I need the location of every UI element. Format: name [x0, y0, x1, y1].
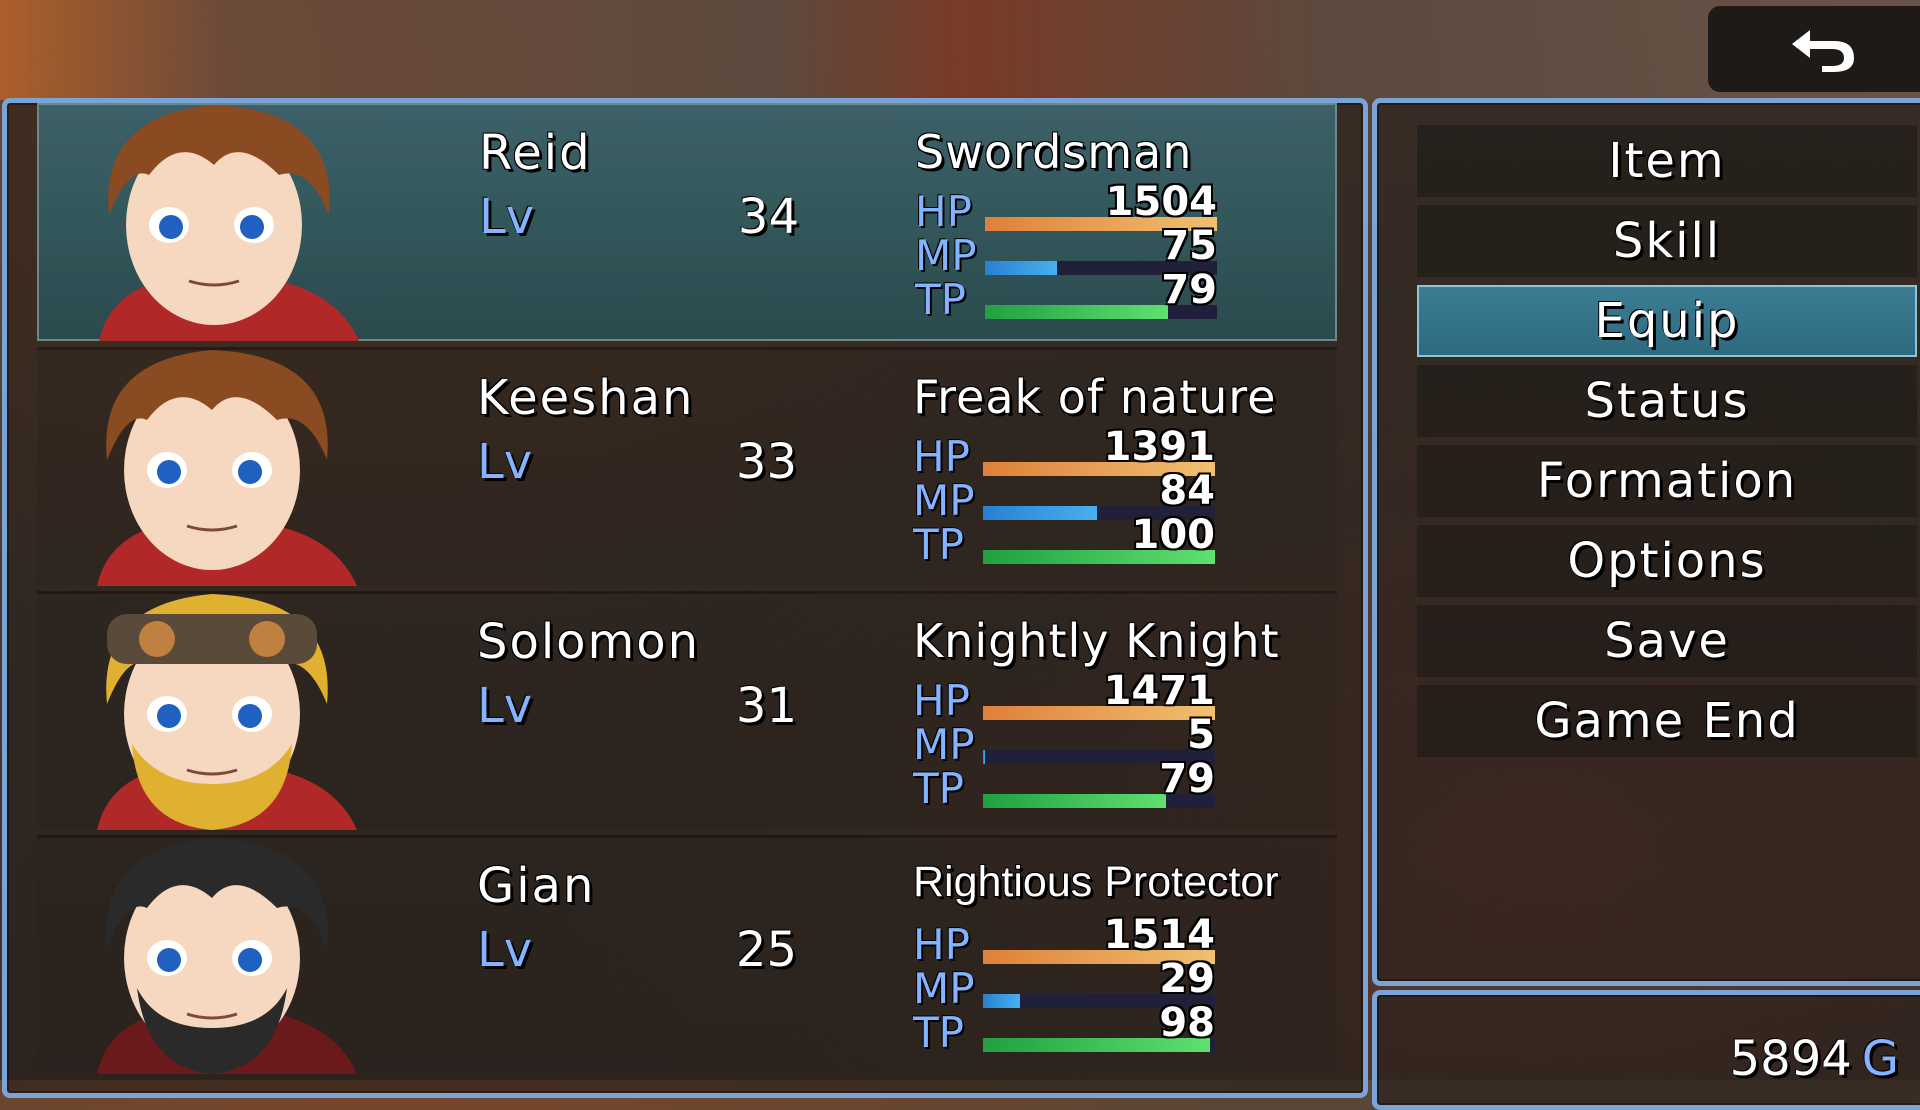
mp-gauge-fill — [983, 506, 1097, 520]
actor-class: Knightly Knight — [913, 614, 1280, 668]
tp-gauge-fill — [983, 794, 1167, 808]
tp-value: 100 — [1131, 512, 1216, 558]
command-formation[interactable]: Formation — [1417, 445, 1917, 517]
level-value: 31 — [735, 678, 797, 734]
party-member-keeshan[interactable]: Keeshan Lv 33 Freak of nature HP 1391 MP… — [37, 347, 1337, 586]
command-status[interactable]: Status — [1417, 365, 1917, 437]
mp-gauge-fill — [985, 261, 1057, 275]
actor-class: Rightious Protector — [913, 858, 1279, 906]
tp-label: TP — [915, 275, 966, 324]
mp-label: MP — [913, 476, 975, 525]
party-status-window: Reid Lv 34 Swordsman HP 1504 MP 75 TP 79 — [2, 98, 1368, 1098]
tp-label: TP — [913, 520, 964, 569]
command-game-end[interactable]: Game End — [1417, 685, 1917, 757]
tp-gauge: TP 98 — [913, 1000, 1251, 1057]
mp-value: 75 — [1161, 223, 1217, 269]
hp-label: HP — [913, 676, 970, 725]
command-equip[interactable]: Equip — [1417, 285, 1917, 357]
actor-class: Swordsman — [915, 125, 1193, 179]
actor-class: Freak of nature — [913, 370, 1277, 424]
actor-name: Solomon — [477, 614, 701, 670]
command-skill[interactable]: Skill — [1417, 205, 1917, 277]
tp-label: TP — [913, 1008, 964, 1057]
hp-label: HP — [913, 920, 970, 969]
level-value: 25 — [735, 922, 797, 978]
level-label: Lv — [477, 434, 533, 490]
back-arrow-icon — [1792, 30, 1854, 72]
face-portrait — [37, 838, 393, 1074]
gold-amount: 5894 — [1729, 1031, 1852, 1087]
hp-value: 1391 — [1103, 424, 1215, 470]
mp-value: 29 — [1159, 956, 1215, 1002]
tp-gauge: TP 79 — [913, 756, 1251, 813]
face-portrait — [37, 594, 393, 830]
hp-label: HP — [913, 432, 970, 481]
mp-label: MP — [913, 720, 975, 769]
command-menu-window: Item Skill Equip Status Formation Options Save… — [1372, 98, 1920, 986]
mp-value: 5 — [1187, 712, 1215, 758]
hp-label: HP — [915, 187, 972, 236]
level-value: 33 — [735, 434, 797, 490]
actor-name: Keeshan — [477, 370, 695, 426]
tp-gauge-fill — [985, 305, 1169, 319]
mp-value: 84 — [1159, 468, 1215, 514]
gold-window: 5894 G — [1372, 990, 1920, 1110]
gold-display: 5894 G — [1730, 1031, 1899, 1087]
hp-value: 1514 — [1103, 912, 1215, 958]
actor-name: Reid — [479, 125, 592, 181]
tp-gauge: TP 100 — [913, 512, 1251, 569]
level-value: 34 — [737, 189, 799, 245]
level-label: Lv — [477, 922, 533, 978]
tp-value: 98 — [1159, 1000, 1215, 1046]
level-label: Lv — [477, 678, 533, 734]
tp-value: 79 — [1161, 267, 1217, 313]
party-member-solomon[interactable]: Solomon Lv 31 Knightly Knight HP 1471 MP… — [37, 591, 1337, 830]
actor-name: Gian — [477, 858, 596, 914]
tp-gauge: TP 79 — [915, 267, 1253, 324]
face-portrait — [37, 350, 393, 586]
mp-label: MP — [915, 231, 977, 280]
mp-gauge-fill — [983, 750, 986, 764]
command-save[interactable]: Save — [1417, 605, 1917, 677]
command-item[interactable]: Item — [1417, 125, 1917, 197]
level-label: Lv — [479, 189, 535, 245]
party-member-reid[interactable]: Reid Lv 34 Swordsman HP 1504 MP 75 TP 79 — [37, 103, 1337, 341]
mp-gauge-fill — [983, 994, 1021, 1008]
gold-unit: G — [1861, 1031, 1899, 1087]
hp-value: 1504 — [1105, 179, 1217, 225]
tp-label: TP — [913, 764, 964, 813]
map-background — [0, 0, 1920, 100]
command-options[interactable]: Options — [1417, 525, 1917, 597]
party-member-gian[interactable]: Gian Lv 25 Rightious Protector HP 1514 M… — [37, 835, 1337, 1074]
mp-label: MP — [913, 964, 975, 1013]
back-button[interactable] — [1708, 6, 1920, 92]
face-portrait — [39, 105, 395, 341]
tp-value: 79 — [1159, 756, 1215, 802]
hp-value: 1471 — [1103, 668, 1215, 714]
